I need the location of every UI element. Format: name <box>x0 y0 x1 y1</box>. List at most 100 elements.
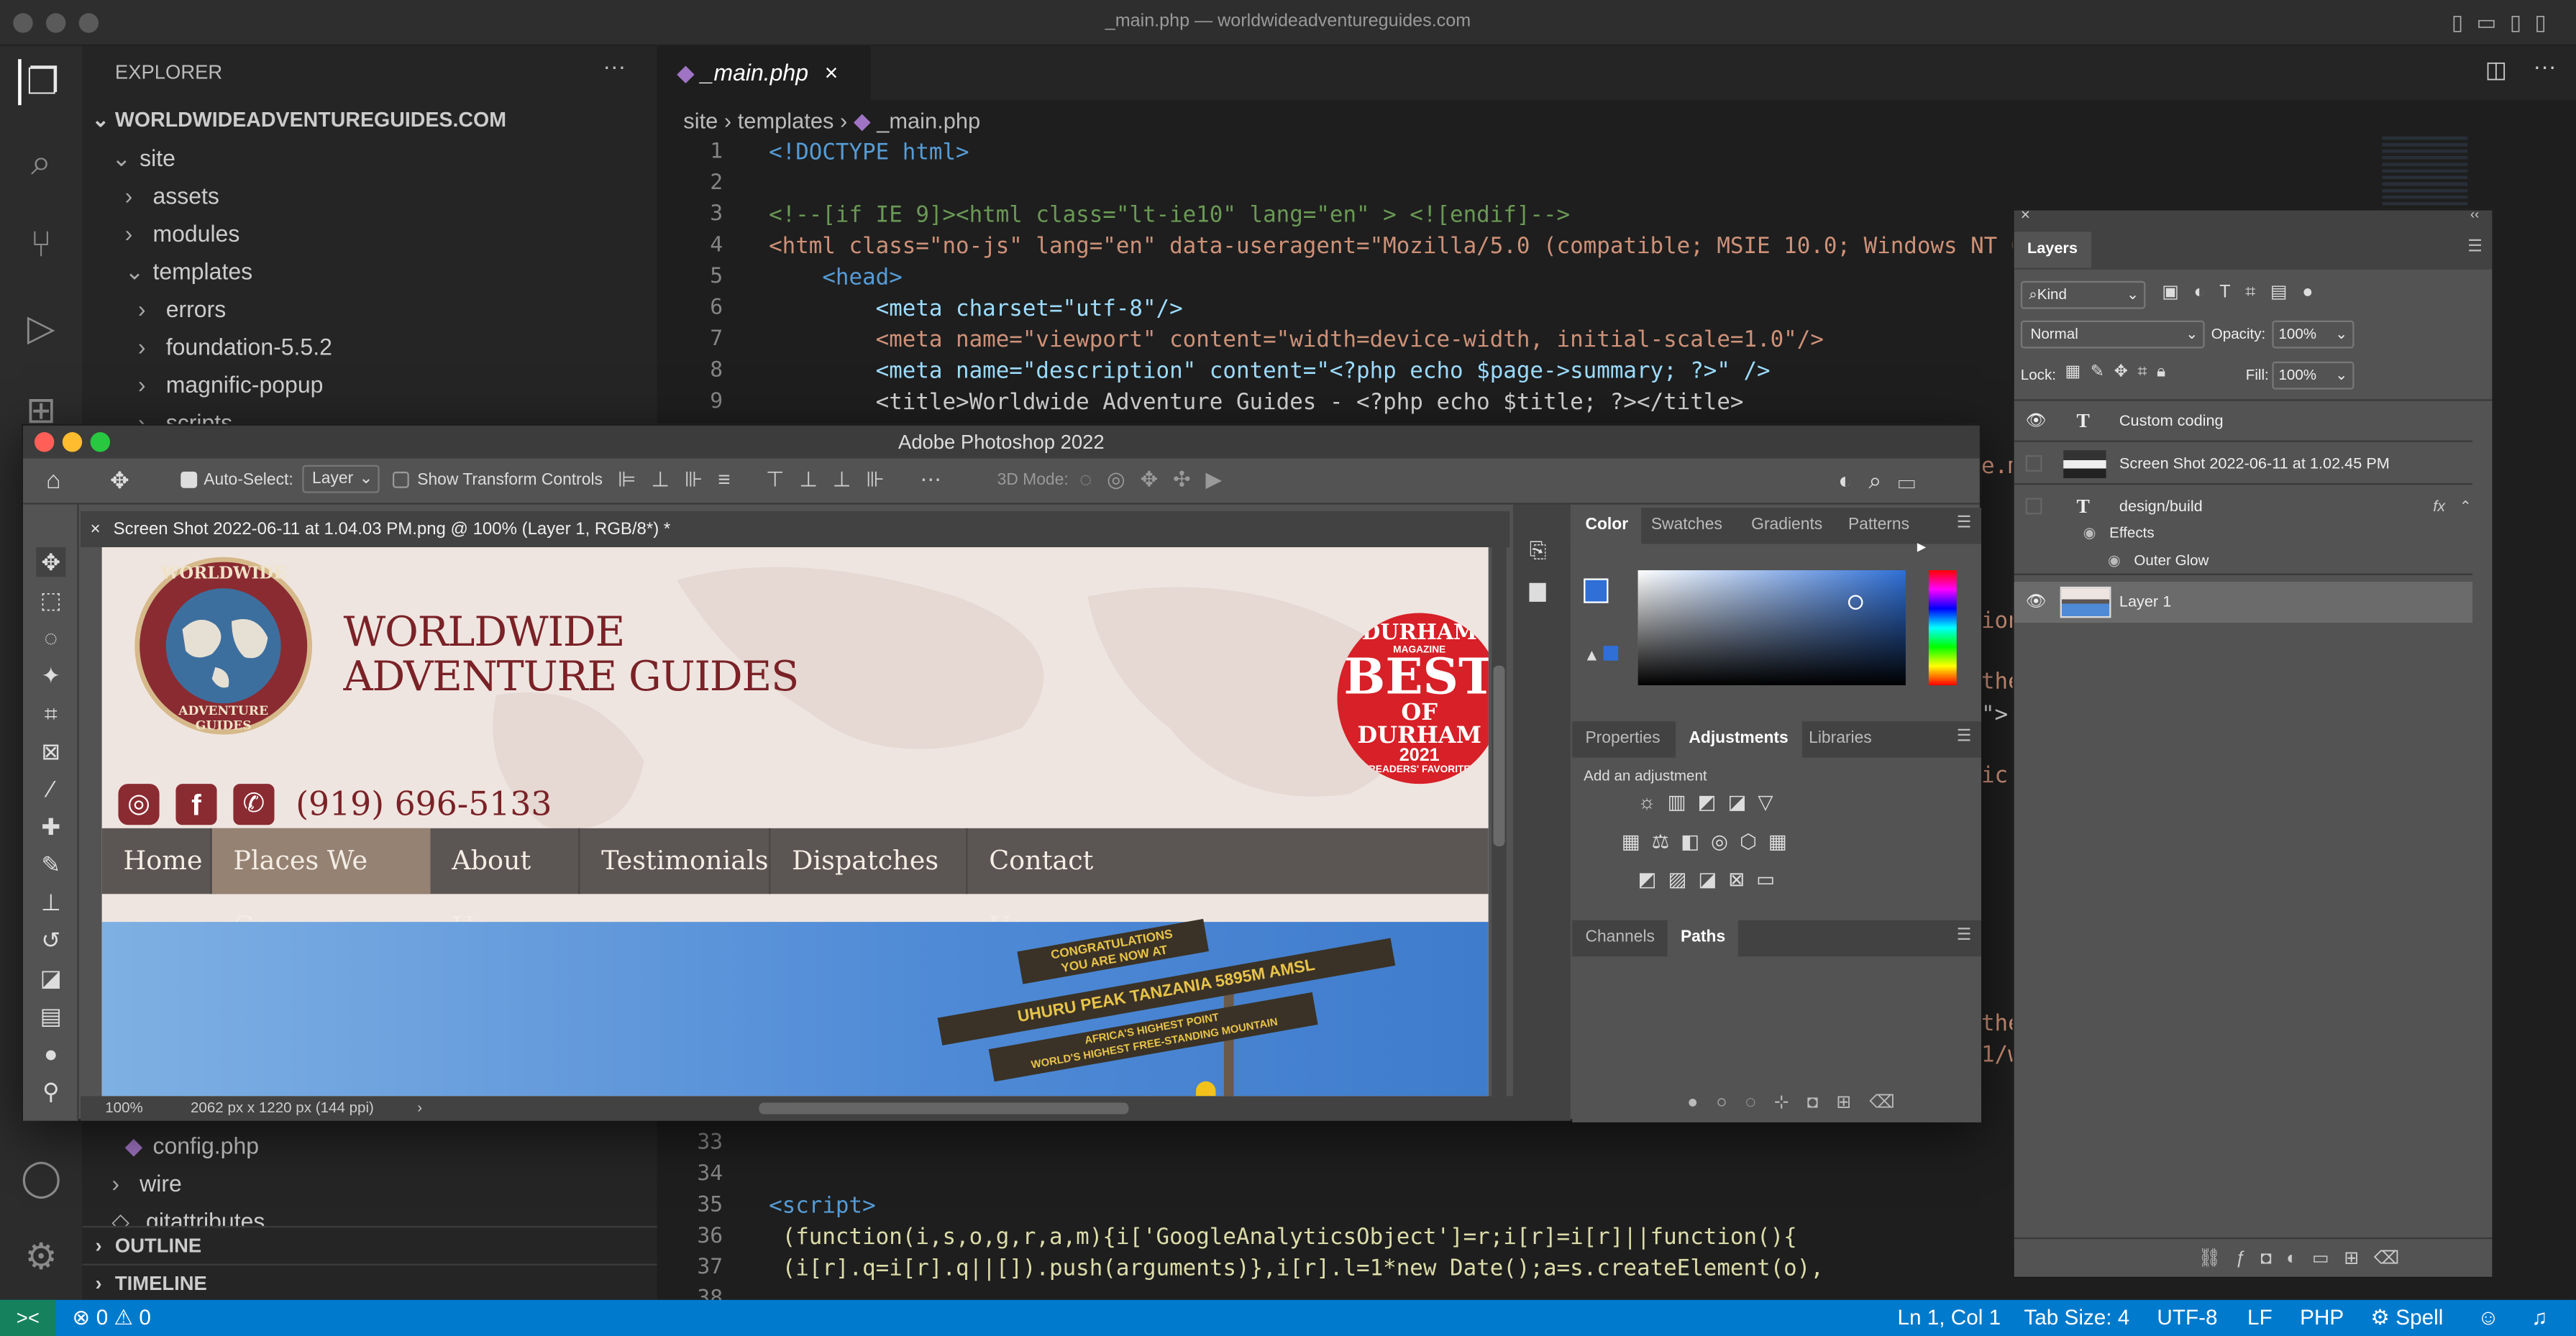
ellipsis-icon[interactable]: ··· <box>603 52 626 79</box>
layer-filter-icons[interactable]: ▣◐T⌗▤● <box>2162 281 2328 304</box>
adjustment-icons-row1[interactable]: ☼▥◩◪▽ <box>1638 790 1785 813</box>
adjustment-icons-row3[interactable]: ◩▨◪⊠▭ <box>1638 868 1787 891</box>
align-icons[interactable]: ⊫⊥⊪≡ ⊤⊥⊥⊪ ⋯ <box>618 467 956 493</box>
breadcrumb-site[interactable]: site <box>683 109 718 133</box>
tree-folder-assets[interactable]: › assets <box>125 178 219 214</box>
layer-row[interactable]: Screen Shot 2022-06-11 at 1.02.45 PM <box>2014 444 2473 485</box>
gamut-warning-icon[interactable]: ▲ <box>1584 646 1618 666</box>
spell-checker[interactable]: ⚙ Spell <box>2370 1305 2443 1332</box>
cursor-position[interactable]: Ln 1, Col 1 <box>1897 1305 2001 1330</box>
clone-stamp-icon[interactable]: ⊥ <box>36 887 65 917</box>
nav-dispatches[interactable]: Dispatches ▼ <box>770 828 968 940</box>
tree-file-gitattributes[interactable]: ◇ .gitattributes <box>111 1203 265 1226</box>
phone-number[interactable]: (919) 696-5133 <box>296 784 552 823</box>
frame-tool-icon[interactable]: ⊠ <box>36 736 65 766</box>
tab-channels[interactable]: Channels <box>1572 920 1668 956</box>
close-window-button[interactable] <box>34 432 55 452</box>
adjustment-icons-row2[interactable]: ▦⚖◧◎⬡▦ <box>1622 830 1799 853</box>
zoom-level[interactable]: 100% <box>105 1096 143 1120</box>
opacity-input[interactable]: 100% ⌄ <box>2272 320 2355 349</box>
tree-folder-site[interactable]: ⌄ site <box>111 139 175 175</box>
gradient-tool-icon[interactable]: ▤ <box>36 1001 65 1030</box>
source-control-icon[interactable]: ⑂ <box>18 222 64 268</box>
ellipsis-icon[interactable]: ··· <box>2534 52 2557 79</box>
timeline-section[interactable]: › TIMELINE <box>82 1263 657 1299</box>
move-tool-icon[interactable]: ✥ <box>110 467 129 495</box>
eye-visibility-icon[interactable]: 👁︎ <box>2026 582 2047 623</box>
3d-mode-icons[interactable]: ◌◎✥✣▶ <box>1079 467 1237 493</box>
tab-main-php[interactable]: ◆ _main.php × <box>657 45 871 101</box>
tree-folder-errors[interactable]: › errors <box>138 291 226 327</box>
crop-tool-icon[interactable]: ⌗ <box>36 698 65 728</box>
eraser-tool-icon[interactable]: ◪ <box>36 963 65 992</box>
eye-visibility-icon[interactable]: ◉ <box>2083 519 2096 547</box>
tree-file-config[interactable]: ◆ config.php <box>125 1127 259 1163</box>
tree-folder-magnific-popup[interactable]: › magnific-popup <box>138 367 324 403</box>
breadcrumb-templates[interactable]: templates <box>738 109 834 133</box>
home-icon[interactable]: ⌂ <box>46 467 61 495</box>
color-field[interactable] <box>1638 570 1906 686</box>
close-tab-icon[interactable]: × <box>91 511 101 547</box>
layer-filter-dropdown[interactable]: ⌕Kind ⌄ <box>2020 280 2146 309</box>
layout-toggle-icons[interactable]: ▯▭▯▯ <box>2452 10 2559 37</box>
scroll-thumb[interactable] <box>1493 665 1505 846</box>
tab-size[interactable]: Tab Size: 4 <box>2024 1305 2129 1330</box>
eye-visibility-icon[interactable]: 👁︎ <box>2026 401 2047 442</box>
run-debug-icon[interactable]: ▷ <box>18 306 64 352</box>
foreground-color-swatch[interactable] <box>1584 578 1609 603</box>
history-brush-icon[interactable]: ↺ <box>36 925 65 955</box>
workspace-root[interactable]: ⌄ WORLDWIDEADVENTUREGUIDES.COM <box>92 102 506 138</box>
panel-menu-icon[interactable]: ☰ <box>1957 728 1971 746</box>
blend-mode-dropdown[interactable]: Normal ⌄ <box>2020 320 2205 349</box>
site-logo[interactable]: WORLDWIDE ADVENTURE GUIDES <box>134 557 313 735</box>
bell-icon[interactable]: ♫ <box>2531 1305 2547 1330</box>
hue-slider[interactable] <box>1928 570 1957 686</box>
tree-folder-modules[interactable]: › modules <box>125 215 240 251</box>
tab-paths[interactable]: Paths <box>1667 920 1739 957</box>
marquee-tool-icon[interactable]: ⬚ <box>36 585 65 615</box>
tab-color[interactable]: Color <box>1572 508 1642 544</box>
close-tab-icon[interactable]: × <box>825 59 839 86</box>
collapse-panel-icon[interactable]: ‹‹ <box>2470 207 2479 222</box>
transform-controls-checkbox[interactable] <box>392 471 409 488</box>
breadcrumb-file[interactable]: _main.php <box>877 109 980 133</box>
tab-swatches[interactable]: Swatches <box>1638 508 1736 544</box>
facebook-icon[interactable]: f <box>175 784 217 825</box>
layers-footer-icons[interactable]: ⛓ƒ◘◐▭⊞⌫ <box>2014 1237 2493 1277</box>
auto-select-checkbox[interactable] <box>181 471 198 488</box>
feedback-icon[interactable]: ☺ <box>2477 1305 2499 1330</box>
lasso-tool-icon[interactable]: ◌ <box>36 623 65 652</box>
workspace-icons[interactable]: ◐⌕▭ <box>1838 467 1932 495</box>
tab-patterns[interactable]: Patterns <box>1835 508 1923 544</box>
tab-gradients[interactable]: Gradients <box>1738 508 1836 544</box>
layer-effect-row[interactable]: ◉ Outer Glow <box>2014 547 2473 575</box>
tree-folder-foundation[interactable]: › foundation-5.5.2 <box>138 329 332 365</box>
encoding[interactable]: UTF-8 <box>2157 1305 2217 1330</box>
eye-visibility-icon[interactable]: ◉ <box>2108 547 2121 575</box>
history-icon[interactable]: ⎘ <box>1530 537 1547 564</box>
outline-section[interactable]: › OUTLINE <box>82 1225 657 1262</box>
split-editor-icon[interactable]: ◫ <box>2485 56 2507 84</box>
canvas-horizontal-scrollbar[interactable] <box>759 1102 1129 1115</box>
document-tab[interactable]: × Screen Shot 2022-06-11 at 1.04.03 PM.p… <box>80 511 1510 548</box>
blur-tool-icon[interactable]: ● <box>36 1038 65 1068</box>
close-panel-icon[interactable]: × <box>2021 207 2030 225</box>
layer-row[interactable]: 👁︎ T Custom coding <box>2014 401 2473 442</box>
language-mode[interactable]: PHP <box>2300 1305 2344 1330</box>
layer-row-selected[interactable]: 👁︎ Layer 1 <box>2014 582 2473 623</box>
phone-icon[interactable]: ✆ <box>233 784 275 825</box>
eyedropper-tool-icon[interactable]: ⁄ <box>36 774 65 803</box>
dodge-tool-icon[interactable]: ⚲ <box>36 1076 65 1106</box>
tab-properties[interactable]: Properties <box>1572 721 1673 757</box>
document-canvas[interactable]: WORLDWIDE ADVENTURE GUIDES WORLDWIDE ADV… <box>101 547 1489 1097</box>
auto-select-dropdown[interactable]: Layer ⌄ <box>302 465 380 493</box>
zoom-window-button[interactable] <box>90 432 111 452</box>
color-picker-cursor[interactable] <box>1847 595 1863 610</box>
panel-menu-icon[interactable]: ☰ <box>1957 927 1971 945</box>
end-of-line[interactable]: LF <box>2247 1305 2273 1330</box>
tree-folder-templates[interactable]: ⌄ templates <box>125 253 253 289</box>
move-tool-icon[interactable]: ✥ <box>36 547 66 577</box>
fill-input[interactable]: 100% ⌄ <box>2272 361 2355 390</box>
tab-layers[interactable]: Layers <box>2014 232 2091 268</box>
problems-indicator[interactable]: ⊗ 0 ⚠ 0 <box>73 1305 151 1332</box>
